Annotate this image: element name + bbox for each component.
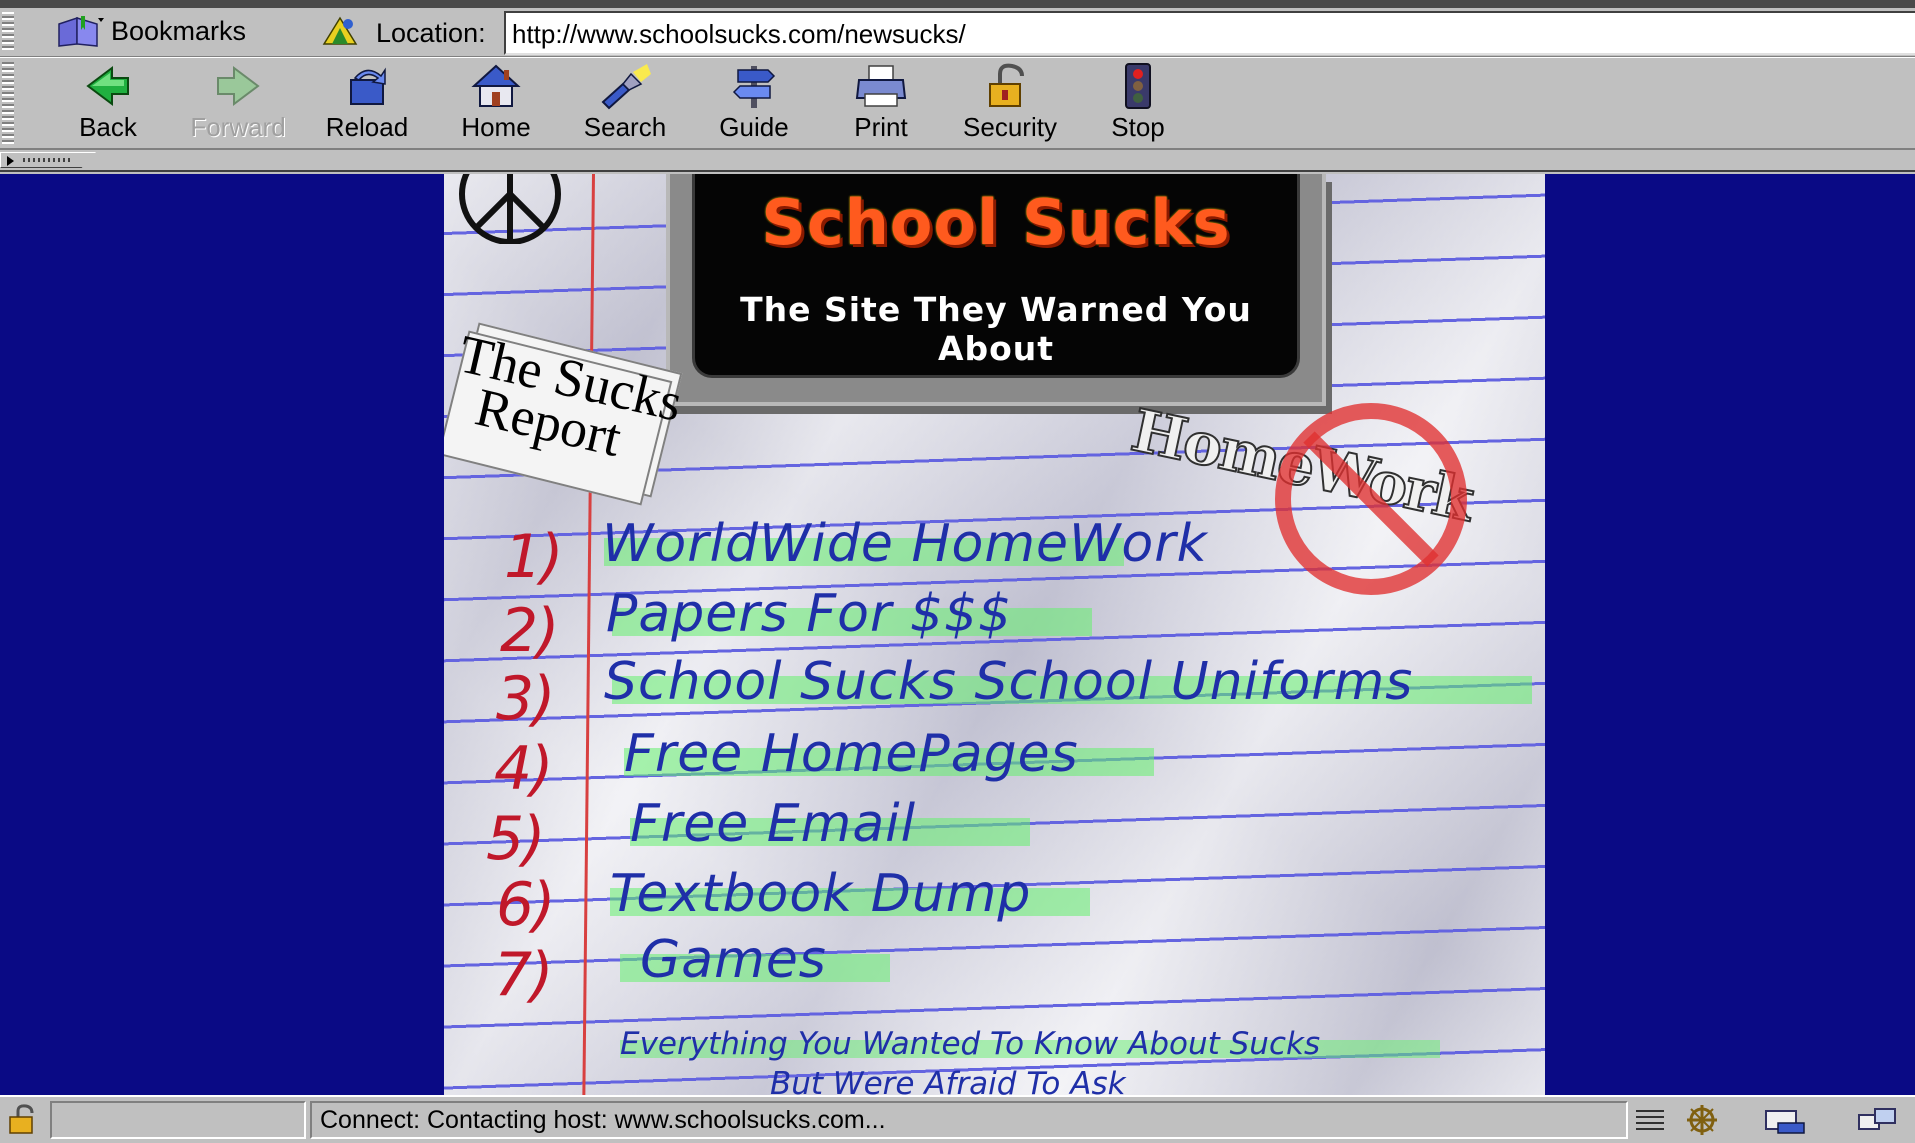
signpost-icon (724, 62, 784, 110)
toolbar-grip[interactable] (2, 12, 14, 50)
forward-label: Forward (190, 112, 286, 142)
menu-item-number: 7) (494, 940, 554, 1010)
location-label: Location: (376, 18, 486, 48)
menu-item[interactable]: 4) Free HomePages (444, 724, 1545, 804)
content-viewport: School Sucks The Site They Warned You Ab… (0, 174, 1915, 1095)
stop-label: Stop (1111, 112, 1165, 142)
menu-item[interactable]: 1) WorldWide HomeWork (444, 514, 1545, 592)
navigation-toolbar: Back Forward Reload Home Search Guide Pr… (0, 57, 1915, 150)
document-list-icon[interactable] (1628, 1103, 1672, 1137)
notebook-paper: School Sucks The Site They Warned You Ab… (444, 174, 1545, 1095)
stop-button[interactable]: Stop (1074, 62, 1202, 146)
menu-link-games[interactable]: Games (640, 930, 827, 990)
menu-item-number: 1) (504, 522, 564, 592)
toolbar-collapse-bar (0, 150, 1915, 172)
menu-list: 1) WorldWide HomeWork 2) Papers For $$$ … (444, 174, 1545, 1095)
menu-link-papers[interactable]: Papers For $$$ (606, 584, 1012, 644)
search-label: Search (583, 112, 667, 142)
back-label: Back (79, 112, 137, 142)
progress-panel (50, 1101, 306, 1139)
reload-button[interactable]: Reload (303, 62, 431, 146)
bookmarks-icon (55, 14, 105, 48)
menu-item[interactable]: 5) Free Email (444, 794, 1545, 874)
print-button[interactable]: Print (817, 62, 945, 146)
reload-label: Reload (325, 112, 409, 142)
tagline-line-1: Everything You Wanted To Know About Suck… (620, 1026, 1321, 1062)
reload-icon (337, 62, 397, 110)
traffic-light-icon (1108, 62, 1168, 110)
menu-item[interactable]: 3) School Sucks School Uniforms (444, 652, 1545, 734)
forward-arrow-icon (208, 62, 268, 110)
guide-button[interactable]: Guide (690, 62, 818, 146)
discussion-icon[interactable] (1855, 1103, 1899, 1137)
location-toolbar: Bookmarks Location: http://www.schoolsuc… (0, 0, 1915, 57)
bookmarks-label: Bookmarks (111, 15, 247, 46)
status-bar: Connect: Contacting host: www.schoolsuck… (0, 1095, 1915, 1143)
security-button[interactable]: Security (946, 62, 1074, 146)
security-label: Security (963, 112, 1057, 142)
guide-label: Guide (719, 112, 789, 142)
navigator-wheel-icon[interactable] (1680, 1103, 1724, 1137)
padlock-icon (980, 62, 1040, 110)
toolbar-grip[interactable] (2, 62, 14, 144)
location-icon[interactable] (318, 14, 362, 50)
menu-link-free-homepages[interactable]: Free HomePages (624, 724, 1079, 784)
printer-icon (851, 62, 911, 110)
tagline: Everything You Wanted To Know About Suck… (620, 1026, 1440, 1095)
menu-item[interactable]: 6) Textbook Dump (444, 864, 1545, 940)
back-button[interactable]: Back (44, 62, 172, 146)
house-icon (466, 62, 526, 110)
bookmarks-button[interactable]: Bookmarks (55, 12, 246, 50)
flashlight-icon (595, 62, 655, 110)
forward-button[interactable]: Forward (174, 62, 302, 146)
menu-item[interactable]: 7) Games (444, 930, 1545, 1010)
menu-link-free-email[interactable]: Free Email (630, 794, 916, 854)
menu-link-textbook-dump[interactable]: Textbook Dump (610, 864, 1031, 924)
menu-link-worldwide-homework[interactable]: WorldWide HomeWork (602, 514, 1208, 574)
back-arrow-icon (78, 62, 138, 110)
mail-icon[interactable] (1762, 1103, 1806, 1137)
status-message-panel: Connect: Contacting host: www.schoolsuck… (310, 1101, 1628, 1139)
toolbar-collapse-tab[interactable] (0, 152, 96, 168)
security-status-icon[interactable] (4, 1103, 44, 1137)
menu-item[interactable]: 2) Papers For $$$ (444, 584, 1545, 666)
tagline-line-2: But Were Afraid To Ask (770, 1066, 1126, 1095)
print-label: Print (854, 112, 908, 142)
home-button[interactable]: Home (432, 62, 560, 146)
status-message: Connect: Contacting host: www.schoolsuck… (320, 1106, 886, 1134)
menu-link-school-uniforms[interactable]: School Sucks School Uniforms (604, 652, 1413, 712)
search-button[interactable]: Search (561, 62, 689, 146)
home-label: Home (461, 112, 531, 142)
url-input[interactable]: http://www.schoolsucks.com/newsucks/ (504, 11, 1915, 55)
